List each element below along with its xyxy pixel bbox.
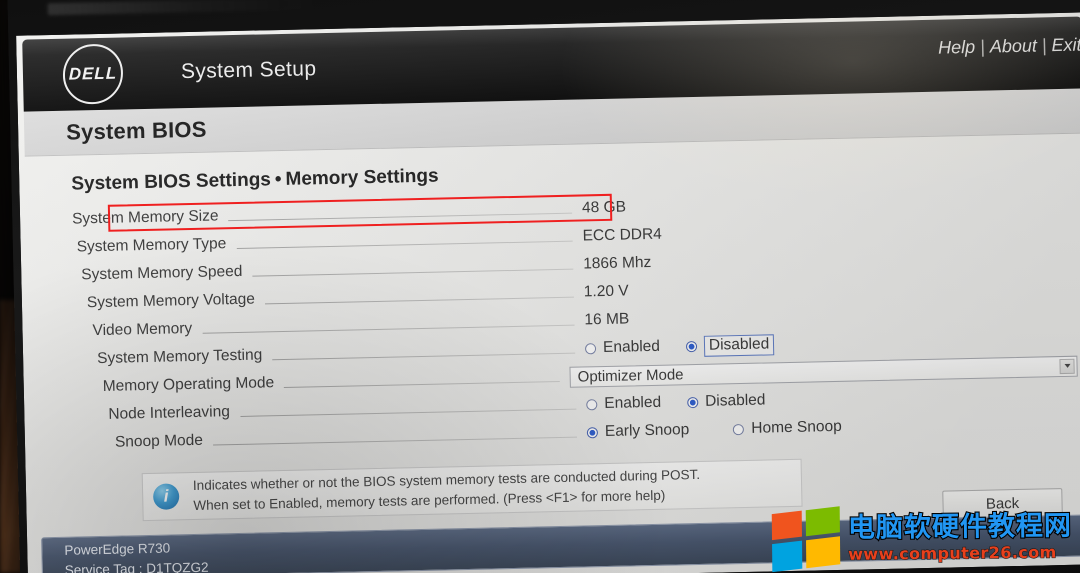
node-interleaving-enabled-option[interactable]: Enabled xyxy=(586,394,661,414)
leader-line xyxy=(284,380,560,388)
radio-icon[interactable] xyxy=(584,342,597,354)
snoop-mode-radio-group: Early Snoop Home Snoop xyxy=(586,417,868,441)
watermark: 电脑软硬件教程网 www.computer26.com xyxy=(771,506,1074,573)
leader-line xyxy=(264,296,574,304)
breadcrumb-current: Memory Settings xyxy=(285,165,439,190)
setting-label: Video Memory xyxy=(92,319,193,340)
about-link[interactable]: About xyxy=(985,35,1042,56)
memory-testing-radio-group: Enabled Disabled xyxy=(584,333,801,359)
setting-value: Early Snoop Home Snoop xyxy=(586,413,1079,442)
snoop-mode-home-option[interactable]: Home Snoop xyxy=(733,418,842,438)
chevron-down-icon[interactable] xyxy=(1059,358,1075,374)
node-interleaving-radio-group: Enabled Disabled xyxy=(586,391,792,413)
setting-label: System Memory Speed xyxy=(81,262,243,284)
help-text: Indicates whether or not the BIOS system… xyxy=(193,465,701,515)
radio-icon-selected[interactable] xyxy=(685,340,698,352)
watermark-site-name: 电脑软硬件教程网 xyxy=(847,509,1074,545)
exit-link[interactable]: Exit xyxy=(1046,34,1080,56)
radio-label: Home Snoop xyxy=(751,417,842,437)
leader-line xyxy=(272,352,576,360)
leader-line xyxy=(236,240,573,249)
radio-icon[interactable] xyxy=(586,398,598,410)
memory-testing-disabled-option[interactable]: Disabled xyxy=(685,333,775,357)
bios-setup-screen: DELL System Setup Help | About | Exit System… xyxy=(16,12,1080,573)
monitor-screen: DELL System Setup Help | About | Exit System… xyxy=(16,12,1080,573)
radio-icon[interactable] xyxy=(733,423,745,435)
radio-label: Disabled xyxy=(704,391,766,410)
top-nav-links: Help | About | Exit xyxy=(933,34,1080,58)
radio-label: Disabled xyxy=(703,333,775,357)
leader-line xyxy=(212,436,577,446)
setting-label: System Memory Voltage xyxy=(86,290,256,312)
leader-line xyxy=(239,408,577,417)
memory-testing-enabled-option[interactable]: Enabled xyxy=(584,337,661,358)
leader-line xyxy=(202,324,575,334)
radio-label: Early Snoop xyxy=(604,421,690,441)
setting-label: Node Interleaving xyxy=(108,403,231,423)
snoop-mode-early-option[interactable]: Early Snoop xyxy=(586,421,690,441)
radio-icon-selected[interactable] xyxy=(586,426,599,438)
breadcrumb-root[interactable]: System BIOS Settings xyxy=(71,169,271,194)
bezel-branding-mark xyxy=(47,0,318,16)
watermark-url: www.computer26.com xyxy=(848,542,1058,564)
help-panel: i Indicates whether or not the BIOS syst… xyxy=(141,458,803,522)
setting-label: System Memory Size xyxy=(71,207,219,228)
radio-label: Enabled xyxy=(602,337,661,357)
setting-label: Snoop Mode xyxy=(114,431,204,451)
node-interleaving-disabled-option[interactable]: Disabled xyxy=(687,392,766,412)
select-value: Optimizer Mode xyxy=(577,365,684,386)
leader-line xyxy=(228,212,573,221)
windows-logo-icon xyxy=(771,506,841,573)
photo-of-monitor: DELL System Setup Help | About | Exit System… xyxy=(0,0,1080,573)
radio-label: Enabled xyxy=(604,393,662,413)
leader-line xyxy=(252,268,574,277)
setting-label: System Memory Type xyxy=(76,235,227,256)
dell-logo: DELL xyxy=(62,43,124,105)
watermark-text: 电脑软硬件教程网 www.computer26.com xyxy=(847,509,1074,564)
setting-label: System Memory Testing xyxy=(96,346,263,368)
info-icon: i xyxy=(152,483,180,510)
setting-label: Memory Operating Mode xyxy=(102,374,275,395)
section-title: System BIOS xyxy=(65,116,207,145)
breadcrumb-separator: • xyxy=(274,169,282,191)
help-link[interactable]: Help xyxy=(933,37,980,58)
radio-icon-selected[interactable] xyxy=(687,396,699,408)
settings-list: System Memory Size 48 GB System Memory T… xyxy=(20,183,1080,458)
app-title: System Setup xyxy=(180,57,317,84)
